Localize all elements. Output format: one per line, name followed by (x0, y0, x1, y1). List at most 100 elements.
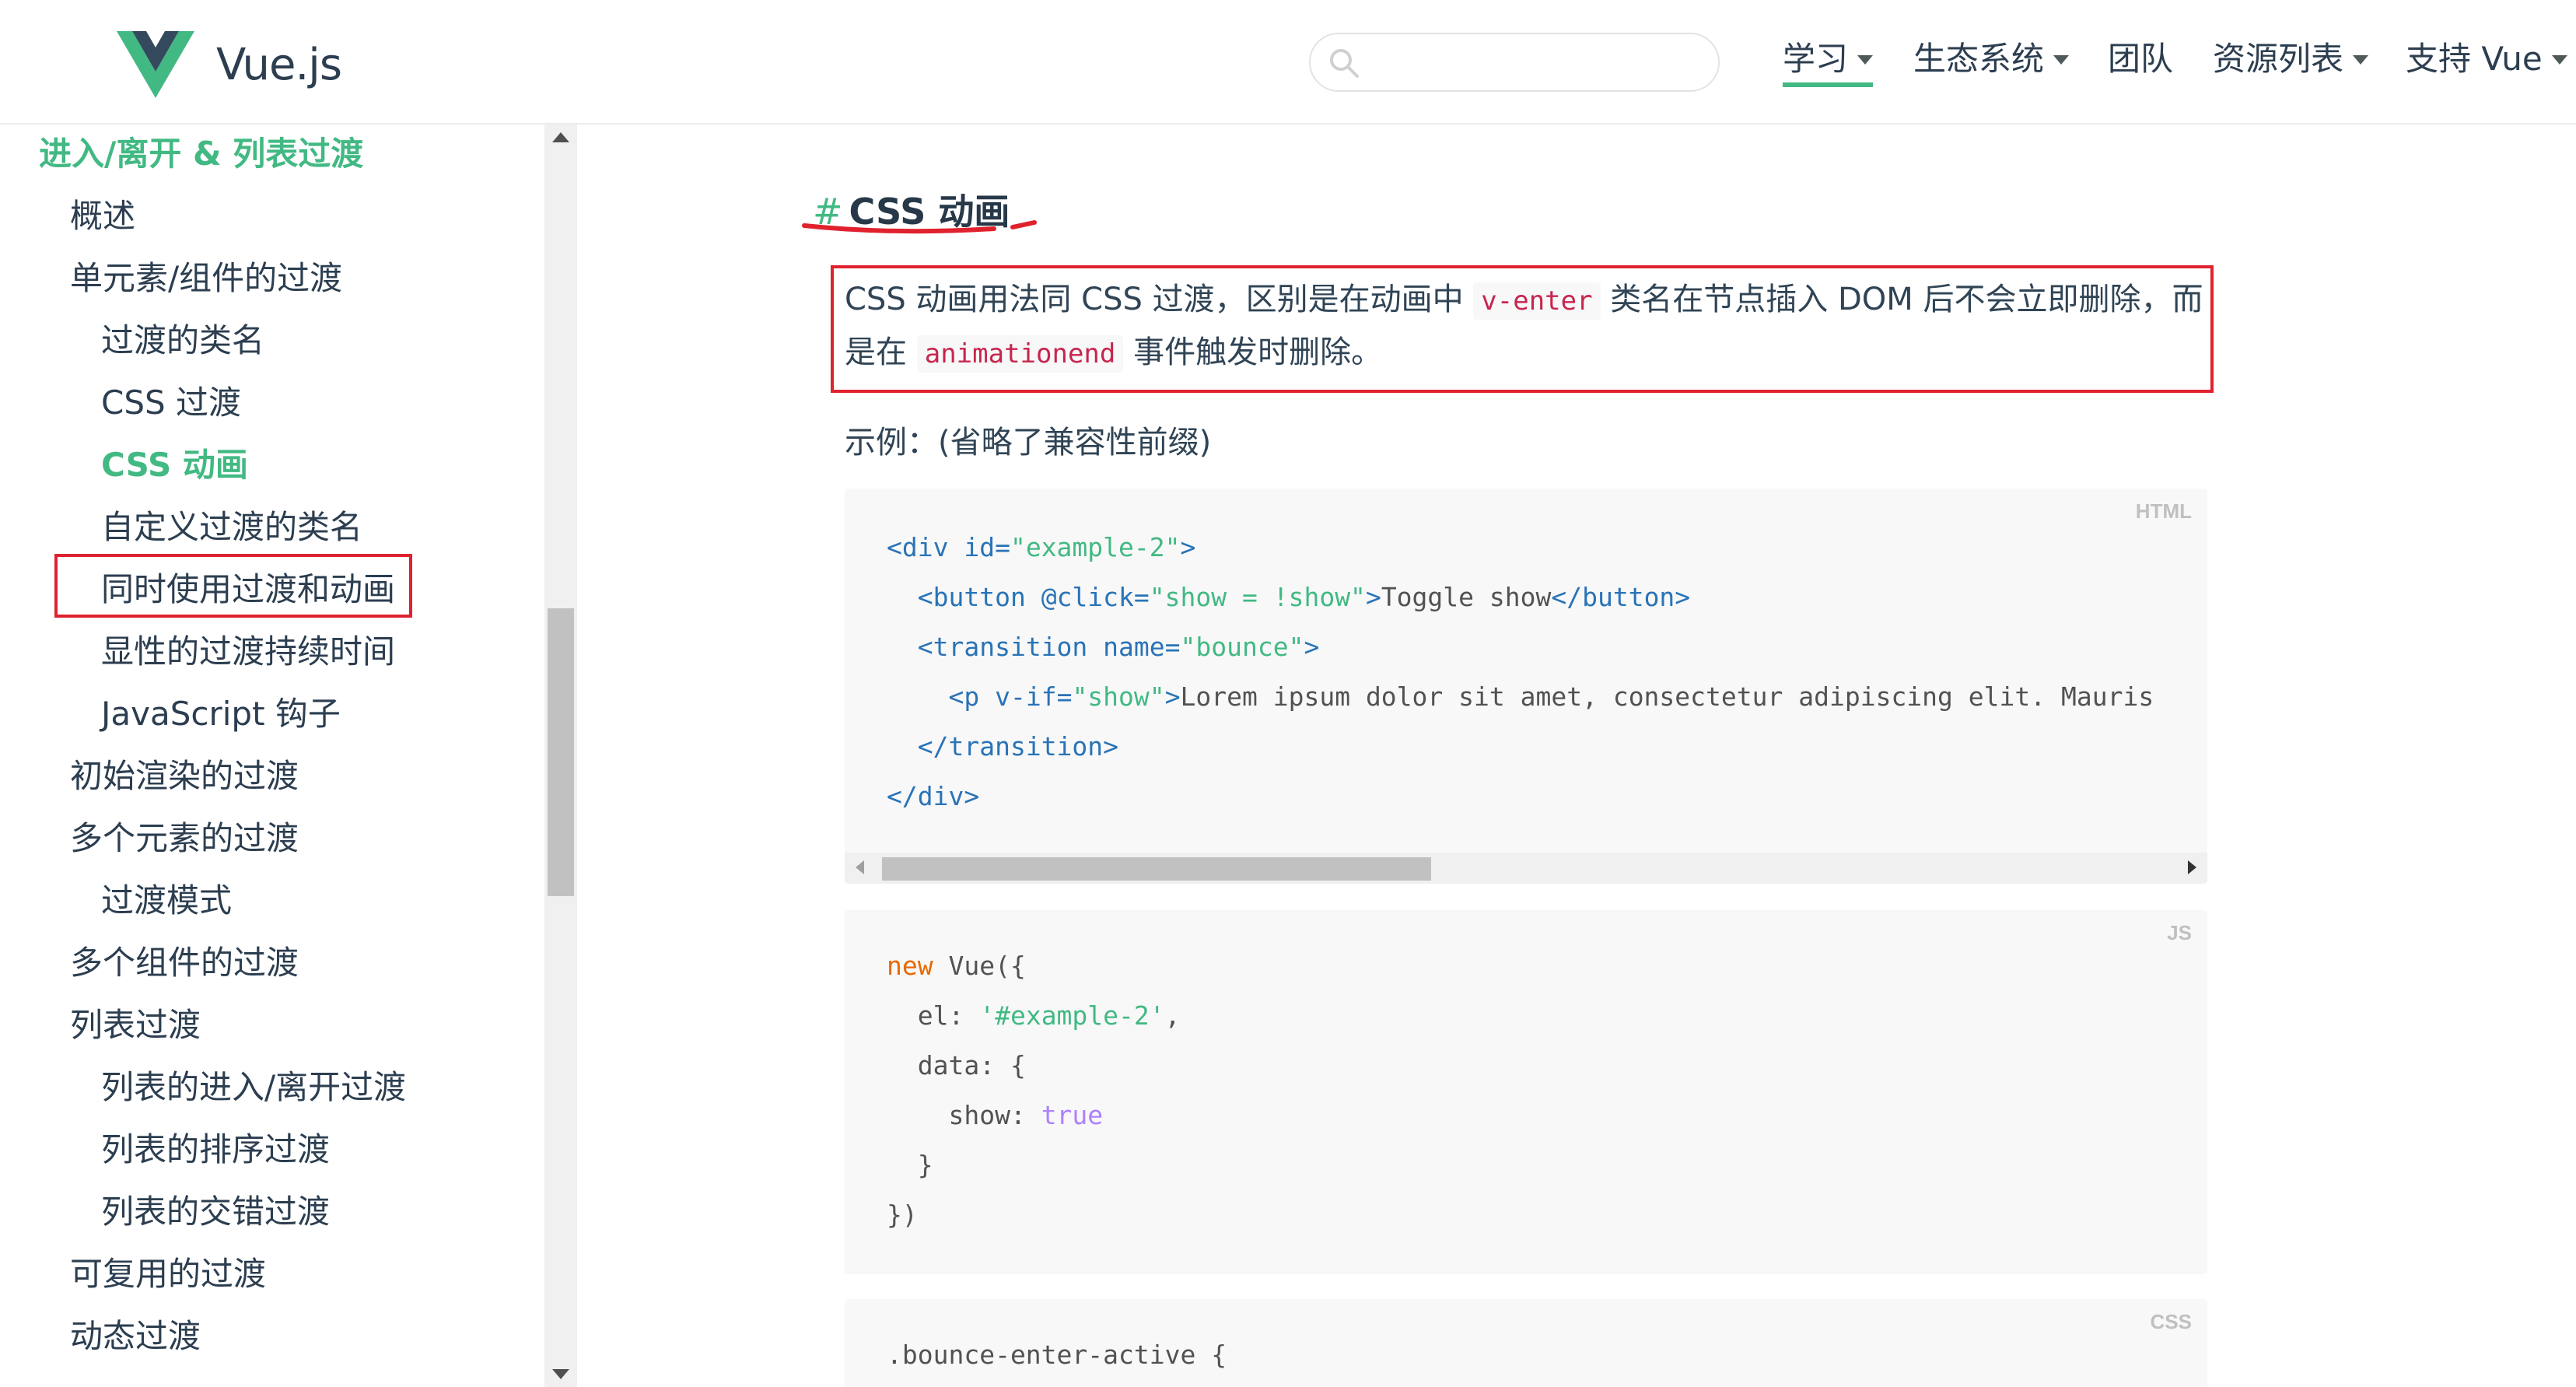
code-token: > (1180, 532, 1196, 562)
code-line: <div id="example-2"> (887, 523, 2154, 573)
scrollbar-thumb[interactable] (548, 608, 574, 896)
nav-support-vue[interactable]: 支持 Vue (2406, 36, 2567, 82)
sidebar-item-overview[interactable]: 概述 (70, 194, 135, 238)
inline-code-v-enter: v-enter (1473, 282, 1601, 320)
example-label: 示例：(省略了兼容性前缀) (845, 425, 1212, 461)
code-token: > (1164, 681, 1181, 712)
vue-logo-icon (117, 31, 194, 98)
code-token: true (1041, 1100, 1104, 1130)
sidebar-item-css-animations[interactable]: CSS 动画 (101, 443, 248, 487)
sidebar-item-css-transitions[interactable]: CSS 过渡 (101, 381, 241, 425)
code-token: name= (1103, 632, 1181, 662)
code-token: </transition> (917, 731, 1119, 762)
code-token: new (887, 951, 949, 981)
code-content: <div id="example-2"> <button @click="sho… (887, 523, 2154, 821)
code-token: </div> (887, 781, 980, 811)
code-token: @click= (1041, 582, 1150, 612)
sidebar-scrollbar[interactable] (544, 124, 577, 1387)
code-token: > (1304, 632, 1320, 662)
nav-ecosystem[interactable]: 生态系统 (1913, 36, 2070, 82)
code-line: } (887, 1140, 1181, 1190)
code-token: Lorem ipsum dolor sit amet, consectetur … (1180, 681, 2154, 712)
search-box[interactable] (1309, 33, 1720, 92)
intro-paragraph: CSS 动画用法同 CSS 过渡，区别是在动画中 v-enter 类名在节点插入… (845, 274, 2206, 380)
code-token: <transition (917, 632, 1104, 662)
sidebar-item-multiple-elements[interactable]: 多个元素的过渡 (70, 817, 299, 860)
sidebar-item-list-staggering[interactable]: 列表的交错过渡 (101, 1190, 330, 1234)
search-input[interactable] (1373, 42, 1703, 84)
code-line: el: '#example-2', (887, 991, 1181, 1041)
code-token: v-if= (995, 681, 1073, 712)
code-token: </button> (1551, 582, 1691, 612)
code-block-html: HTML <div id="example-2"> <button @click… (845, 489, 2207, 884)
code-language-label: HTML (2135, 499, 2192, 523)
search-icon (1330, 49, 1359, 78)
code-block-css: CSS .bounce-enter-active { (845, 1299, 2207, 1387)
nav-learn[interactable]: 学习 (1783, 36, 1874, 87)
nav-learn-label: 学习 (1783, 40, 1849, 78)
horizontal-scrollbar-thumb[interactable] (882, 857, 1431, 881)
code-line: </transition> (887, 722, 2154, 772)
code-line: </div> (887, 772, 2154, 821)
code-line: new Vue({ (887, 941, 1181, 991)
code-line: data: { (887, 1041, 1181, 1091)
code-token: show: (887, 1100, 1041, 1130)
chevron-down-icon (2353, 54, 2369, 65)
code-line: .bounce-enter-active { (887, 1330, 1227, 1380)
scroll-right-arrow-icon[interactable] (2188, 860, 2196, 874)
nav-resources-label: 资源列表 (2213, 40, 2344, 78)
code-block-js: JS new Vue({ el: '#example-2', data: { s… (845, 910, 2207, 1274)
top-header: Vue.js 学习 生态系统 团队 资源列表 支持 Vue (0, 0, 2576, 124)
sidebar-item-transition-modes[interactable]: 过渡模式 (101, 879, 232, 923)
code-token: '#example-2' (979, 1000, 1165, 1031)
logo[interactable]: Vue.js (117, 31, 342, 98)
sidebar-item-explicit-duration[interactable]: 显性的过渡持续时间 (101, 630, 395, 674)
sidebar-item-transition-classes[interactable]: 过渡的类名 (101, 319, 264, 363)
chevron-down-icon (2551, 54, 2567, 65)
active-item-highlight-box (54, 554, 412, 618)
code-language-label: CSS (2150, 1310, 2192, 1333)
nav-support-vue-label: 支持 Vue (2406, 40, 2543, 78)
sidebar-item-reusable[interactable]: 可复用的过渡 (70, 1252, 266, 1296)
scroll-up-arrow-icon[interactable] (552, 132, 569, 142)
code-token: Toggle show (1381, 582, 1552, 612)
code-token: > (1365, 582, 1381, 612)
sidebar: 进入/离开 & 列表过渡 概述 单元素/组件的过渡 过渡的类名 CSS 过渡 C… (0, 124, 544, 1387)
nav-resources[interactable]: 资源列表 (2213, 36, 2369, 82)
code-token: "show" (1072, 681, 1165, 712)
code-token: "show = !show" (1149, 582, 1366, 612)
sidebar-item-single-element[interactable]: 单元素/组件的过渡 (70, 257, 342, 300)
sidebar-item-list-enter-leave[interactable]: 列表的进入/离开过渡 (101, 1066, 406, 1109)
code-line: }) (887, 1190, 1181, 1240)
sidebar-item-js-hooks[interactable]: JavaScript 钩子 (101, 692, 341, 736)
code-token: id= (964, 532, 1010, 562)
code-token: "bounce" (1180, 632, 1304, 662)
code-token: Vue({ (948, 951, 1026, 981)
code-horizontal-scrollbar[interactable] (845, 853, 2207, 884)
chevron-down-icon (2053, 54, 2070, 65)
code-token: data: { (887, 1050, 1026, 1081)
scroll-down-arrow-icon[interactable] (552, 1369, 569, 1379)
sidebar-item-initial-render[interactable]: 初始渲染的过渡 (70, 755, 299, 798)
nav-team[interactable]: 团队 (2108, 36, 2173, 82)
sidebar-item-dynamic[interactable]: 动态过渡 (70, 1315, 201, 1358)
sidebar-item-list-move[interactable]: 列表的排序过渡 (101, 1128, 330, 1172)
code-line: <p v-if="show">Lorem ipsum dolor sit ame… (887, 672, 2154, 722)
sidebar-item-list-transitions[interactable]: 列表过渡 (70, 1003, 201, 1047)
logo-text: Vue.js (216, 39, 342, 90)
code-token: } (887, 1150, 933, 1180)
sidebar-section-title[interactable]: 进入/离开 & 列表过渡 (39, 132, 363, 176)
code-token: , (1164, 1000, 1181, 1031)
code-line: <button @click="show = !show">Toggle sho… (887, 573, 2154, 622)
scroll-left-arrow-icon[interactable] (856, 860, 864, 874)
code-language-label: JS (2167, 921, 2192, 944)
code-content: new Vue({ el: '#example-2', data: { show… (887, 941, 1181, 1240)
code-token: .bounce-enter-active { (887, 1340, 1227, 1370)
nav-team-label: 团队 (2108, 40, 2174, 78)
sidebar-item-multiple-components[interactable]: 多个组件的过渡 (70, 941, 299, 985)
sidebar-item-custom-classes[interactable]: 自定义过渡的类名 (101, 506, 362, 549)
chevron-down-icon (1857, 54, 1874, 65)
code-line: <transition name="bounce"> (887, 622, 2154, 672)
